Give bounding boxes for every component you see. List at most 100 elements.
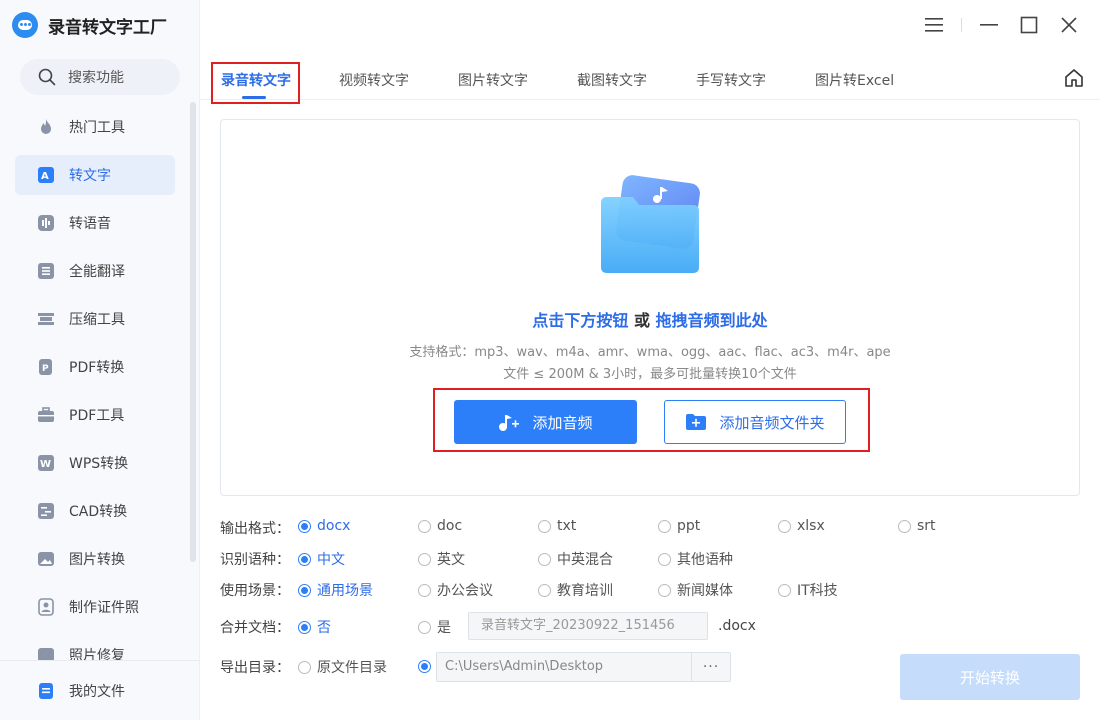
sidebar-item-id-photo[interactable]: 制作证件照	[15, 587, 175, 627]
sidebar-item-wps-convert[interactable]: W WPS转换	[15, 443, 175, 483]
wps-icon: W	[37, 454, 55, 472]
sidebar-item-label: 热门工具	[69, 120, 125, 136]
file-icon	[37, 682, 55, 700]
sidebar-item-translate[interactable]: 全能翻译	[15, 251, 175, 291]
add-audio-button[interactable]: 添加音频	[454, 400, 637, 444]
merge-radio-yes[interactable]: 是	[418, 617, 451, 637]
format-radio-ppt[interactable]: ppt	[658, 518, 700, 534]
search-icon	[38, 68, 56, 86]
or-text: 或	[628, 311, 656, 330]
sidebar-item-pdf-tools[interactable]: PDF工具	[15, 395, 175, 435]
sidebar-item-label: 图片转换	[69, 552, 125, 568]
sidebar-item-cad-convert[interactable]: CAD转换	[15, 491, 175, 531]
search-function-button[interactable]: 搜索功能	[20, 59, 180, 95]
merge-extension: .docx	[718, 618, 756, 634]
svg-text:A: A	[41, 171, 49, 182]
browse-button[interactable]: ···	[691, 652, 731, 682]
output-format-label: 输出格式：	[220, 521, 290, 537]
close-button[interactable]	[1056, 12, 1082, 38]
export-radio-custom-dir[interactable]	[418, 660, 437, 673]
sidebar: 录音转文字工厂 搜索功能 热门工具 A 转文字 转语音 全能翻译 压缩工具 P …	[0, 0, 200, 720]
scenario-row: 使用场景： 通用场景 办公会议 教育培训 新闻媒体 IT科技	[220, 580, 980, 600]
add-audio-label: 添加音频	[532, 413, 593, 432]
export-dir-label: 导出目录：	[220, 660, 290, 676]
add-audio-folder-button[interactable]: 添加音频文件夹	[664, 400, 846, 444]
sidebar-item-label: PDF转换	[69, 360, 125, 376]
sidebar-item-label: 制作证件照	[69, 600, 139, 616]
flame-icon	[37, 118, 55, 136]
my-files-button[interactable]: 我的文件	[0, 660, 199, 720]
start-convert-button[interactable]: 开始转换	[900, 654, 1080, 700]
sidebar-item-to-text[interactable]: A 转文字	[15, 155, 175, 195]
hamburger-icon	[925, 18, 943, 32]
scenario-radio-meeting[interactable]: 办公会议	[418, 580, 493, 600]
app-name: 录音转文字工厂	[48, 17, 167, 38]
toolbox-icon	[37, 406, 55, 424]
format-radio-docx[interactable]: docx	[298, 518, 350, 534]
text-convert-icon: A	[37, 166, 55, 184]
voice-icon	[37, 214, 55, 232]
app-logo-icon	[12, 12, 38, 38]
app-title: 录音转文字工厂	[12, 10, 167, 40]
language-radio-mixed[interactable]: 中英混合	[538, 549, 613, 569]
minimize-button[interactable]	[976, 12, 1002, 38]
add-folder-label: 添加音频文件夹	[719, 413, 825, 432]
sidebar-item-image-convert[interactable]: 图片转换	[15, 539, 175, 579]
sidebar-item-hot-tools[interactable]: 热门工具	[15, 107, 175, 147]
music-add-icon	[498, 412, 520, 432]
export-path-input[interactable]: C:\Users\Admin\Desktop	[436, 652, 692, 682]
format-radio-srt[interactable]: srt	[898, 518, 936, 534]
language-radio-english[interactable]: 英文	[418, 549, 465, 569]
scenario-radio-it[interactable]: IT科技	[778, 580, 838, 600]
search-label: 搜索功能	[68, 70, 124, 86]
sidebar-scrollbar[interactable]	[190, 102, 196, 562]
sidebar-item-compress[interactable]: 压缩工具	[15, 299, 175, 339]
compress-icon	[37, 310, 55, 328]
sidebar-item-label: CAD转换	[69, 504, 128, 520]
audio-drop-zone[interactable]: 点击下方按钮 或 拖拽音频到此处 支持格式：mp3、wav、m4a、amr、wm…	[220, 119, 1080, 496]
language-radio-other[interactable]: 其他语种	[658, 549, 733, 569]
sidebar-item-to-speech[interactable]: 转语音	[15, 203, 175, 243]
tab-screenshot-to-text[interactable]: 截图转文字	[577, 70, 647, 90]
close-icon	[1061, 17, 1077, 33]
export-dir-row: 导出目录： 原文件目录	[220, 657, 420, 677]
scenario-radio-media[interactable]: 新闻媒体	[658, 580, 733, 600]
format-radio-doc[interactable]: doc	[418, 518, 462, 534]
language-radio-chinese[interactable]: 中文	[298, 549, 345, 569]
minimize-icon	[980, 24, 998, 26]
drop-zone-headline: 点击下方按钮 或 拖拽音频到此处	[221, 307, 1079, 331]
format-radio-txt[interactable]: txt	[538, 518, 576, 534]
sidebar-nav: 热门工具 A 转文字 转语音 全能翻译 压缩工具 P PDF转换 PDF工具 W…	[15, 107, 175, 683]
sidebar-item-label: 转文字	[69, 168, 111, 184]
tab-handwriting-to-text[interactable]: 手写转文字	[696, 70, 766, 90]
pdf-convert-icon: P	[37, 358, 55, 376]
scenario-radio-general[interactable]: 通用场景	[298, 580, 373, 600]
audio-folder-icon	[599, 175, 703, 279]
click-button-hint: 点击下方按钮	[532, 311, 629, 330]
language-row: 识别语种： 中文 英文 中英混合 其他语种	[220, 549, 980, 569]
scenario-label: 使用场景：	[220, 583, 290, 599]
tab-video-to-text[interactable]: 视频转文字	[339, 70, 409, 90]
window-controls-divider	[961, 18, 962, 32]
format-radio-xlsx[interactable]: xlsx	[778, 518, 825, 534]
output-format-row: 输出格式： docx doc txt ppt xlsx srt	[220, 518, 980, 538]
scenario-radio-education[interactable]: 教育培训	[538, 580, 613, 600]
merge-filename-input[interactable]: 录音转文字_20230922_151456	[468, 612, 708, 640]
tab-image-to-excel[interactable]: 图片转Excel	[815, 70, 894, 90]
merge-radio-no[interactable]: 否	[298, 617, 331, 637]
translate-icon	[37, 262, 55, 280]
folder-add-icon	[685, 413, 707, 431]
export-radio-source-dir[interactable]: 原文件目录	[298, 657, 387, 677]
tab-image-to-text[interactable]: 图片转文字	[458, 70, 528, 90]
drag-audio-hint: 拖拽音频到此处	[655, 311, 768, 330]
function-tabs: 录音转文字 视频转文字 图片转文字 截图转文字 手写转文字 图片转Excel	[200, 58, 1100, 104]
home-button[interactable]	[1064, 68, 1084, 88]
merge-row: 合并文档： 否 是	[220, 617, 460, 637]
my-files-label: 我的文件	[69, 683, 125, 700]
maximize-icon	[1020, 16, 1038, 34]
cad-icon	[37, 502, 55, 520]
maximize-button[interactable]	[1016, 12, 1042, 38]
tab-highlight-box	[211, 62, 300, 104]
menu-button[interactable]	[921, 12, 947, 38]
sidebar-item-pdf-convert[interactable]: P PDF转换	[15, 347, 175, 387]
